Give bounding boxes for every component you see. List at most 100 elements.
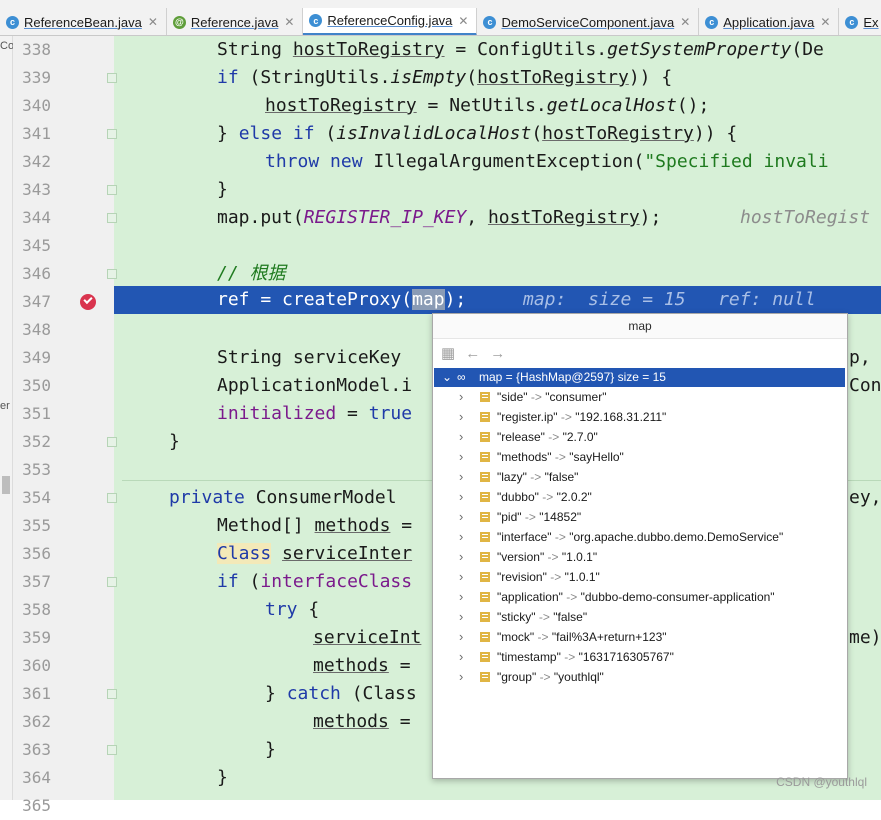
line-number[interactable]: 347	[13, 288, 51, 316]
tree-entry-row[interactable]: › "register.ip" -> "192.168.31.211"	[434, 407, 845, 427]
tree-entry-row[interactable]: › "timestamp" -> "1631716305767"	[434, 647, 845, 667]
line-number[interactable]: 359	[13, 624, 51, 652]
line-number[interactable]: 363	[13, 736, 51, 764]
line-number[interactable]: 352	[13, 428, 51, 456]
line-number[interactable]: 355	[13, 512, 51, 540]
variable-inspector-popup[interactable]: map ▦ ← → ⌄ ∞ map = {HashMap@2597} size …	[432, 313, 848, 779]
chevron-right-icon[interactable]: ›	[459, 487, 463, 507]
line-number[interactable]: 338	[13, 36, 51, 64]
chevron-right-icon[interactable]: ›	[459, 667, 463, 687]
close-icon[interactable]: ✕	[458, 14, 468, 28]
fold-marker-icon[interactable]	[107, 745, 117, 755]
line-number[interactable]: 344	[13, 204, 51, 232]
chevron-right-icon[interactable]: ›	[459, 647, 463, 667]
line-number[interactable]: 345	[13, 232, 51, 260]
entry-text: "application" -> "dubbo-demo-consumer-ap…	[497, 590, 775, 604]
tree-entry-row[interactable]: › "methods" -> "sayHello"	[434, 447, 845, 467]
tab-ex[interactable]: c Ex	[839, 8, 881, 35]
entry-text: "revision" -> "1.0.1"	[497, 570, 600, 584]
tree-entry-row[interactable]: › "dubbo" -> "2.0.2"	[434, 487, 845, 507]
line-number[interactable]: 343	[13, 176, 51, 204]
close-icon[interactable]: ✕	[284, 15, 294, 29]
tree-entry-row[interactable]: › "interface" -> "org.apache.dubbo.demo.D…	[434, 527, 845, 547]
tab-demoservicecomponent[interactable]: c DemoServiceComponent.java ✕	[477, 8, 700, 35]
line-number[interactable]: 350	[13, 372, 51, 400]
tab-reference[interactable]: @ Reference.java ✕	[167, 8, 304, 35]
entry-text: "interface" -> "org.apache.dubbo.demo.De…	[497, 530, 784, 544]
chevron-right-icon[interactable]: ›	[459, 527, 463, 547]
line-number[interactable]: 362	[13, 708, 51, 736]
tree-entry-row[interactable]: › "pid" -> "14852"	[434, 507, 845, 527]
tree-entry-row[interactable]: › "application" -> "dubbo-demo-consumer-a…	[434, 587, 845, 607]
tree-entry-row[interactable]: › "revision" -> "1.0.1"	[434, 567, 845, 587]
fold-marker-icon[interactable]	[107, 129, 117, 139]
back-arrow-icon[interactable]: ←	[465, 345, 480, 362]
fold-marker-icon[interactable]	[107, 269, 117, 279]
fold-marker-icon[interactable]	[107, 437, 117, 447]
breakpoint-icon[interactable]	[80, 294, 96, 310]
tab-label: Application.java	[723, 14, 815, 30]
map-entry-icon	[480, 412, 490, 422]
line-number[interactable]: 356	[13, 540, 51, 568]
code-text: initialized = true	[217, 403, 413, 424]
chevron-right-icon[interactable]: ›	[459, 607, 463, 627]
entry-text: "methods" -> "sayHello"	[497, 450, 624, 464]
line-number[interactable]: 348	[13, 316, 51, 344]
line-number[interactable]: 353	[13, 456, 51, 484]
tree-entry-row[interactable]: › "version" -> "1.0.1"	[434, 547, 845, 567]
chevron-right-icon[interactable]: ›	[459, 407, 463, 427]
fold-marker-icon[interactable]	[107, 185, 117, 195]
line-number[interactable]: 346	[13, 260, 51, 288]
tree-entry-row[interactable]: › "release" -> "2.7.0"	[434, 427, 845, 447]
tab-referenceconfig[interactable]: c ReferenceConfig.java ✕	[303, 8, 478, 35]
fold-marker-icon[interactable]	[107, 689, 117, 699]
line-number[interactable]: 342	[13, 148, 51, 176]
fold-marker-icon[interactable]	[107, 493, 117, 503]
chevron-right-icon[interactable]: ›	[459, 447, 463, 467]
line-number[interactable]: 351	[13, 400, 51, 428]
tree-root-row[interactable]: ⌄ ∞ map = {HashMap@2597} size = 15	[434, 368, 845, 387]
line-number[interactable]: 358	[13, 596, 51, 624]
close-icon[interactable]: ✕	[148, 15, 158, 29]
close-icon[interactable]: ✕	[680, 15, 690, 29]
line-number[interactable]: 364	[13, 764, 51, 792]
line-number[interactable]: 349	[13, 344, 51, 372]
tab-application[interactable]: c Application.java ✕	[699, 8, 840, 35]
copy-value-icon[interactable]: ▦	[441, 344, 455, 362]
tree-entry-row[interactable]: › "sticky" -> "false"	[434, 607, 845, 627]
chevron-right-icon[interactable]: ›	[459, 387, 463, 407]
line-number[interactable]: 341	[13, 120, 51, 148]
line-number[interactable]: 361	[13, 680, 51, 708]
chevron-right-icon[interactable]: ›	[459, 507, 463, 527]
forward-arrow-icon[interactable]: →	[490, 345, 505, 362]
chevron-down-icon[interactable]: ⌄	[442, 368, 452, 387]
tab-label: ReferenceBean.java	[24, 14, 142, 30]
current-execution-line[interactable]: ref = createProxy(map); map: size = 15 r…	[114, 286, 881, 314]
top-strip	[0, 0, 881, 8]
line-number[interactable]: 357	[13, 568, 51, 596]
chevron-right-icon[interactable]: ›	[459, 427, 463, 447]
fold-marker-icon[interactable]	[107, 73, 117, 83]
code-line: 344 map.put(REGISTER_IP_KEY, hostToRegist…	[0, 204, 881, 232]
tree-entry-row[interactable]: › "side" -> "consumer"	[434, 387, 845, 407]
fold-marker-icon[interactable]	[107, 213, 117, 223]
line-number[interactable]: 339	[13, 64, 51, 92]
annotation-icon: @	[172, 15, 186, 29]
line-number[interactable]: 340	[13, 92, 51, 120]
tree-entry-row[interactable]: › "mock" -> "fail%3A+return+123"	[434, 627, 845, 647]
close-icon[interactable]: ✕	[820, 15, 830, 29]
entry-text: "mock" -> "fail%3A+return+123"	[497, 630, 667, 644]
tree-entry-row[interactable]: › "lazy" -> "false"	[434, 467, 845, 487]
chevron-right-icon[interactable]: ›	[459, 587, 463, 607]
tab-referencebean[interactable]: c ReferenceBean.java ✕	[0, 8, 167, 35]
line-number[interactable]: 360	[13, 652, 51, 680]
chevron-right-icon[interactable]: ›	[459, 547, 463, 567]
tree-entry-row[interactable]: › "group" -> "youthlql"	[434, 667, 845, 687]
map-entry-icon	[480, 532, 490, 542]
fold-marker-icon[interactable]	[107, 577, 117, 587]
line-number[interactable]: 354	[13, 484, 51, 512]
line-number[interactable]: 365	[13, 792, 51, 820]
chevron-right-icon[interactable]: ›	[459, 467, 463, 487]
chevron-right-icon[interactable]: ›	[459, 567, 463, 587]
chevron-right-icon[interactable]: ›	[459, 627, 463, 647]
